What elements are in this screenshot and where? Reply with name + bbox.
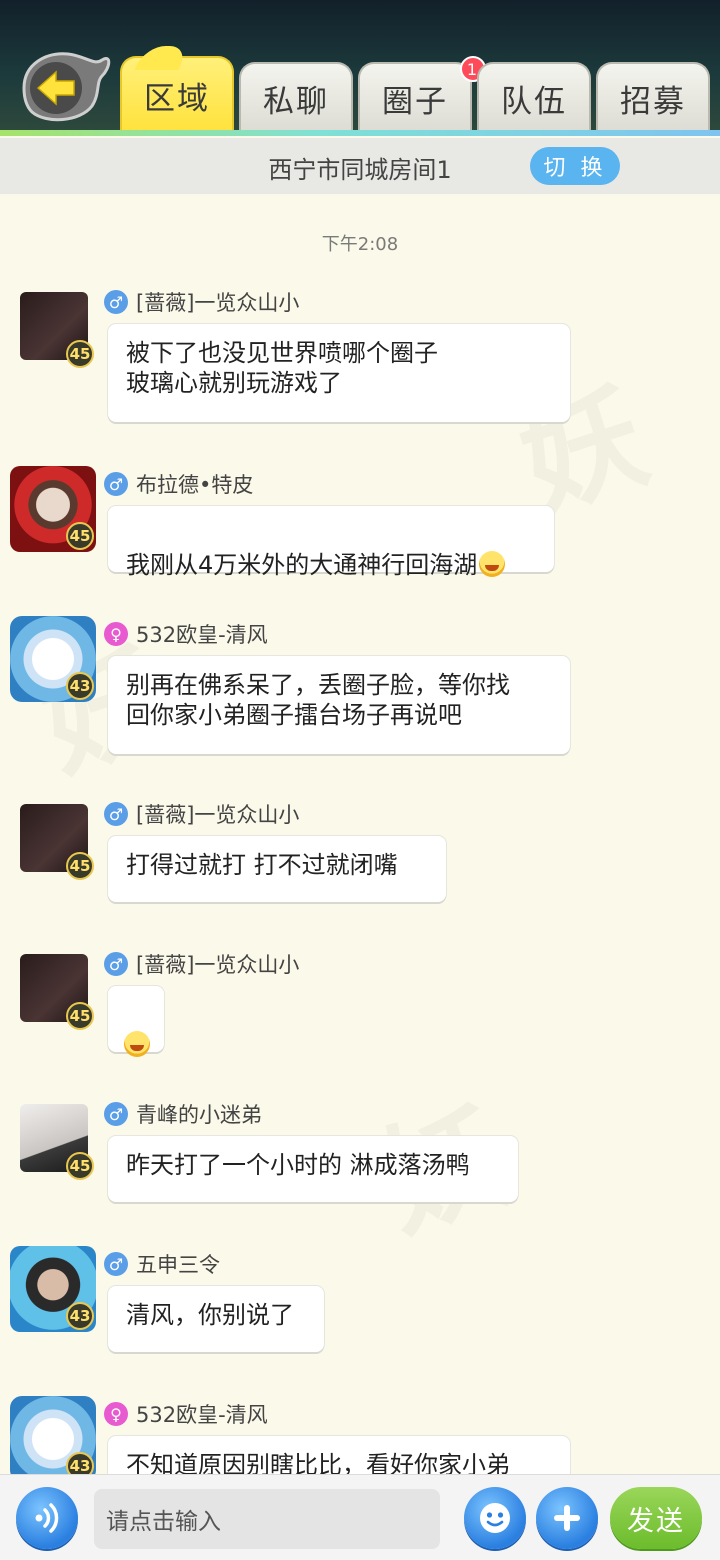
male-icon: ♂ (104, 952, 128, 976)
message-bubble[interactable]: 打得过就打 打不过就闭嘴 (108, 836, 446, 902)
message-input[interactable]: 请点击输入 (94, 1489, 440, 1549)
message-bubble[interactable]: 被下了也没见世界喷哪个圈子 玻璃心就别玩游戏了 (108, 324, 570, 422)
sender-line: ♀ 532欧皇-清风 (104, 1400, 268, 1428)
voice-button[interactable] (16, 1487, 78, 1549)
message-bubble[interactable]: 清风，你别说了 (108, 1286, 324, 1352)
level-badge: 45 (66, 1152, 94, 1180)
sender-line: ♂ 布拉德•特皮 (104, 470, 253, 498)
sender-name[interactable]: [蔷薇]一览众山小 (136, 949, 299, 979)
sender-line: ♂ [蔷薇]一览众山小 (104, 288, 299, 316)
message-bubble[interactable]: 别再在佛系呆了，丢圈子脸，等你找 回你家小弟圈子擂台场子再说吧 (108, 656, 570, 754)
tab-team[interactable]: 队伍 (477, 62, 591, 132)
back-arrow-icon (22, 52, 111, 122)
switch-room-button[interactable]: 切 换 (530, 147, 620, 185)
female-icon: ♀ (104, 622, 128, 646)
sender-line: ♂ 五申三令 (104, 1250, 220, 1278)
sender-name[interactable]: 五申三令 (136, 1249, 220, 1279)
sender-name[interactable]: 青峰的小迷弟 (136, 1099, 262, 1129)
tab-private-chat[interactable]: 私聊 (239, 62, 353, 132)
female-icon: ♀ (104, 1402, 128, 1426)
level-badge: 45 (66, 340, 94, 368)
male-icon: ♂ (104, 1102, 128, 1126)
male-icon: ♂ (104, 290, 128, 314)
tab-label: 私聊 (263, 83, 329, 120)
sender-name[interactable]: 532欧皇-清风 (136, 1399, 268, 1429)
top-bar: 区域 私聊 圈子 1 队伍 招募 (0, 0, 720, 136)
tab-circle[interactable]: 圈子 1 (358, 56, 486, 132)
tab-label: 区域 (144, 80, 210, 117)
level-badge: 45 (66, 1002, 94, 1030)
message-bubble[interactable]: 不知道原因别瞎比比，看好你家小弟 (108, 1436, 570, 1474)
level-badge: 43 (66, 672, 94, 700)
level-badge: 43 (66, 1452, 94, 1474)
level-badge: 45 (66, 522, 94, 550)
emoji-icon (480, 1503, 510, 1533)
message-text: 我刚从4万米外的大通神行回海湖 (126, 551, 478, 579)
voice-icon (35, 1503, 59, 1533)
message-bubble[interactable]: 我刚从4万米外的大通神行回海湖 (108, 506, 554, 579)
sender-name[interactable]: 532欧皇-清风 (136, 619, 268, 649)
composer-bar: 请点击输入 发送 (0, 1474, 720, 1560)
tab-label: 圈子 (382, 83, 448, 120)
grinning-emoji-icon (124, 1031, 150, 1057)
more-button[interactable] (536, 1487, 598, 1549)
sender-line: ♀ 532欧皇-清风 (104, 620, 268, 648)
male-icon: ♂ (104, 802, 128, 826)
sender-name[interactable]: [蔷薇]一览众山小 (136, 799, 299, 829)
level-badge: 43 (66, 1302, 94, 1330)
crying-emoji-icon (479, 551, 506, 577)
message-bubble[interactable]: 昨天打了一个小时的 淋成落汤鸭 (108, 1136, 518, 1202)
sender-name[interactable]: [蔷薇]一览众山小 (136, 287, 299, 317)
male-icon: ♂ (104, 472, 128, 496)
back-button[interactable] (16, 50, 112, 124)
sender-line: ♂ [蔷薇]一览众山小 (104, 950, 299, 978)
chat-list[interactable]: 妖 妖 妖 下午2:08 45 ♂ [蔷薇]一览众山小 被下了也没见世界喷哪个圈… (0, 194, 720, 1474)
tab-region[interactable]: 区域 (120, 56, 234, 132)
tab-label: 招募 (620, 83, 686, 120)
plus-icon (554, 1505, 580, 1531)
sender-line: ♂ 青峰的小迷弟 (104, 1100, 262, 1128)
male-icon: ♂ (104, 1252, 128, 1276)
message-timestamp: 下午2:08 (321, 234, 399, 255)
emoji-button[interactable] (464, 1487, 526, 1549)
sender-name[interactable]: 布拉德•特皮 (136, 469, 253, 499)
room-bar: 西宁市同城房间1 切 换 (0, 138, 720, 194)
level-badge: 45 (66, 852, 94, 880)
tab-label: 队伍 (501, 83, 567, 120)
tab-recruit[interactable]: 招募 (596, 62, 710, 132)
message-bubble[interactable] (108, 986, 164, 1057)
send-button[interactable]: 发送 (610, 1487, 702, 1549)
sender-line: ♂ [蔷薇]一览众山小 (104, 800, 299, 828)
